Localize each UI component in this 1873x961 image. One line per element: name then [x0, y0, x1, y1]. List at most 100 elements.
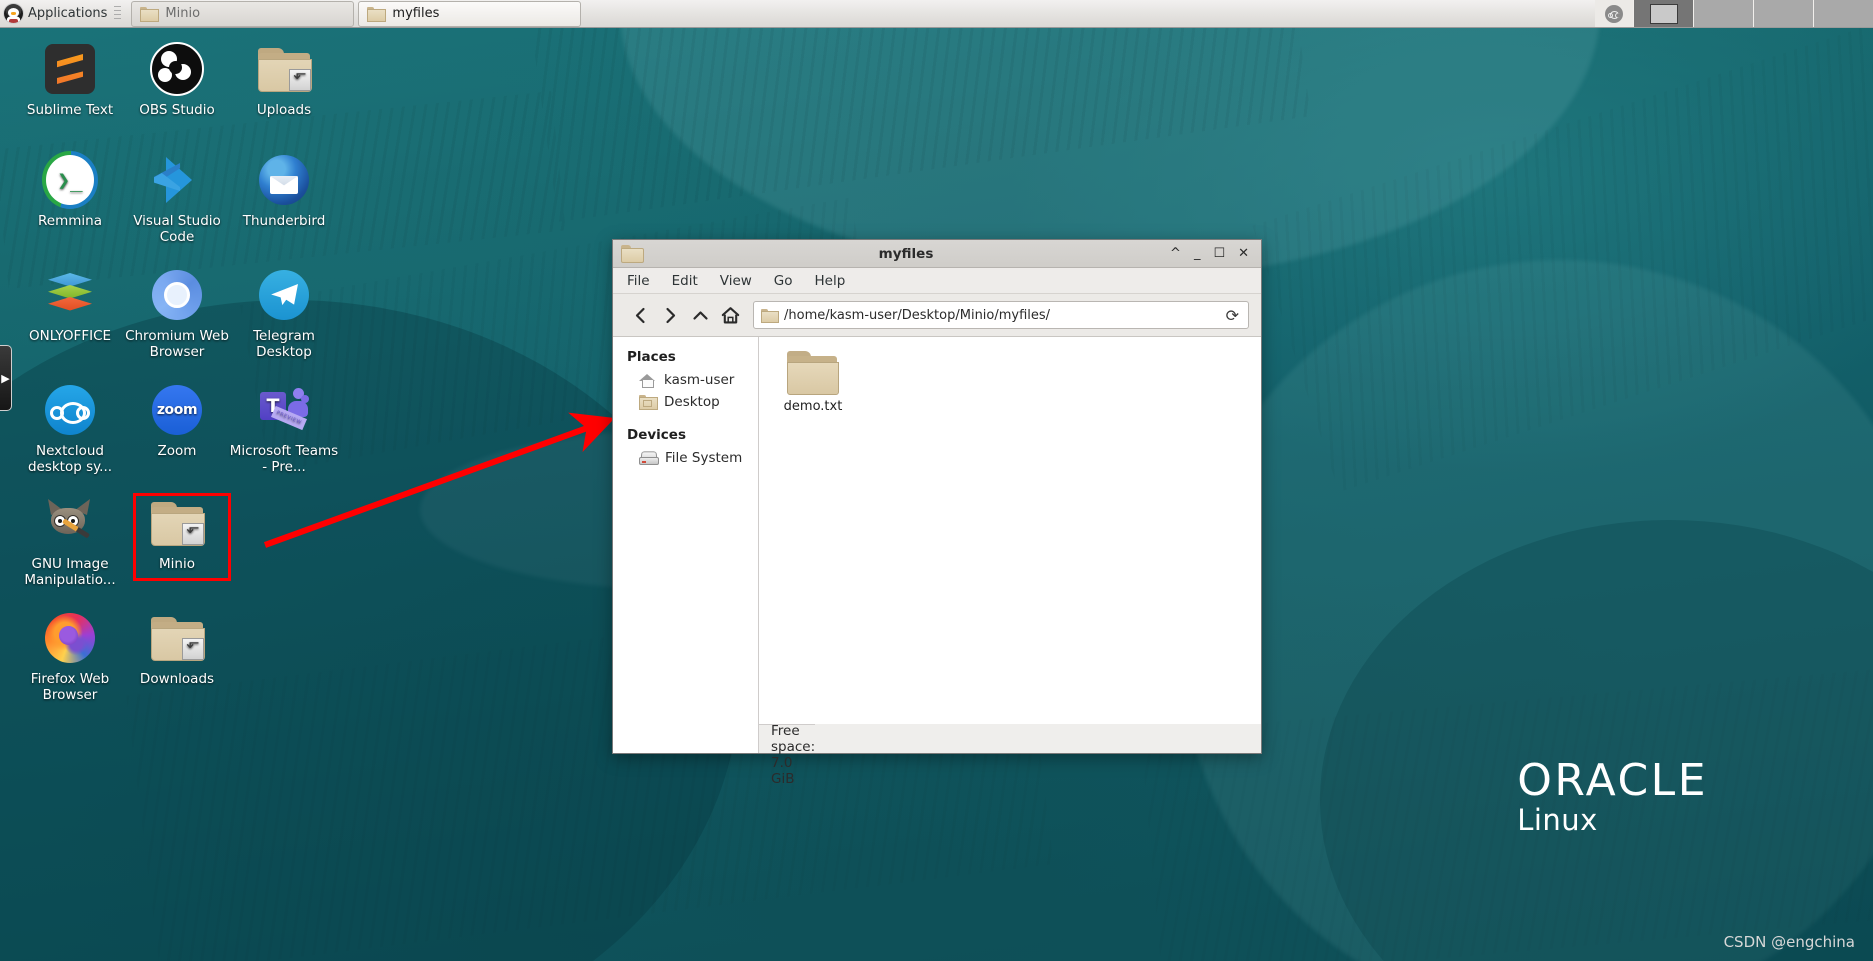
- forward-arrow-icon[interactable]: [655, 300, 685, 330]
- maximize-window-button[interactable]: ☐: [1213, 247, 1225, 260]
- taskbar-item-myfiles[interactable]: myfiles: [358, 0, 582, 27]
- tray-icons: [1595, 0, 1633, 27]
- file-item-demo-txt[interactable]: demo.txt: [771, 347, 855, 416]
- desktop-icon-label: Sublime Text: [26, 102, 114, 118]
- file-list-view[interactable]: demo.txt: [759, 337, 1261, 724]
- desktop-icon-gimp[interactable]: GNU Image Manipulatio...: [16, 495, 124, 588]
- gimp-icon: [42, 495, 98, 551]
- desktop-icon-minio[interactable]: Minio: [123, 495, 231, 572]
- desktop-icon-vscode[interactable]: Visual Studio Code: [123, 152, 231, 245]
- taskbar-item-minio[interactable]: Minio: [131, 0, 355, 27]
- desktop-icon-ms-teams[interactable]: T PREVIEW Microsoft Teams - Pre...: [230, 382, 338, 475]
- sidebar-item-label: kasm-user: [664, 372, 735, 388]
- remmina-icon: ❯_: [42, 152, 98, 208]
- desktop-icon-remmina[interactable]: ❯_ Remmina: [16, 152, 124, 229]
- sidebar-item-file-system[interactable]: File System: [613, 447, 758, 469]
- navigation-toolbar: /home/kasm-user/Desktop/Minio/myfiles/ ⟳: [613, 294, 1261, 337]
- desktop-icon-chromium[interactable]: Chromium Web Browser: [123, 267, 231, 360]
- up-arrow-icon[interactable]: [685, 300, 715, 330]
- thunderbird-icon: [256, 152, 312, 208]
- desktop-icon-label: Telegram Desktop: [253, 328, 315, 360]
- folder-icon: [367, 6, 387, 22]
- desktop-icon-onlyoffice[interactable]: ONLYOFFICE: [16, 267, 124, 344]
- workspace-button-4[interactable]: [1813, 0, 1873, 27]
- folder-icon: [140, 6, 160, 22]
- desktop-icon-label: Microsoft Teams - Pre...: [229, 443, 339, 475]
- folder-icon: [785, 351, 841, 397]
- folder-link-icon: [149, 495, 205, 551]
- desktop-icon-thunderbird[interactable]: Thunderbird: [230, 152, 338, 229]
- desktop-icon-label: ONLYOFFICE: [28, 328, 112, 344]
- sidebar-footer-spacer: [613, 724, 759, 753]
- drive-icon: [639, 451, 659, 465]
- taskbar-item-label: Minio: [165, 6, 201, 21]
- desktop-icon-telegram[interactable]: Telegram Desktop: [230, 267, 338, 360]
- desktop-icon-label: Nextcloud desktop sy...: [27, 443, 113, 475]
- file-item-label: demo.txt: [783, 399, 843, 414]
- desktop-icon-sublime-text[interactable]: Sublime Text: [16, 41, 124, 118]
- ms-teams-icon: T PREVIEW: [256, 382, 312, 438]
- minimize-window-button[interactable]: _: [1194, 247, 1201, 260]
- vscode-icon: [149, 152, 205, 208]
- chromium-icon: [149, 267, 205, 323]
- workspace-button-1[interactable]: [1633, 0, 1693, 27]
- status-bar: 1 folder, Free space: 7.0 GiB: [759, 691, 816, 787]
- kasm-sidebar-handle[interactable]: ▶: [0, 345, 12, 411]
- sidebar-item-desktop[interactable]: Desktop: [613, 391, 758, 413]
- telegram-icon: [256, 267, 312, 323]
- devices-heading: Devices: [627, 427, 686, 443]
- nextcloud-icon: [42, 382, 98, 438]
- home-icon: [639, 373, 656, 388]
- linux-penguin-icon: [4, 4, 23, 23]
- desktop-screen: Applications Minio myfiles Sublime Text …: [0, 0, 1873, 961]
- csdn-watermark: CSDN @engchina: [1723, 933, 1855, 951]
- menu-view[interactable]: View: [720, 273, 752, 289]
- menu-edit[interactable]: Edit: [672, 273, 698, 289]
- panel-grip-handle[interactable]: [114, 6, 122, 21]
- reload-icon[interactable]: ⟳: [1226, 306, 1241, 325]
- window-title: myfiles: [878, 245, 934, 262]
- menu-go[interactable]: Go: [774, 273, 793, 289]
- file-manager-window[interactable]: myfiles ^ _ ☐ ✕ File Edit View Go Help /…: [612, 239, 1262, 787]
- folder-icon: [621, 245, 644, 263]
- workspace-button-3[interactable]: [1753, 0, 1813, 27]
- shade-window-button[interactable]: ^: [1170, 247, 1181, 260]
- desktop-icon-label: GNU Image Manipulatio...: [24, 556, 116, 588]
- folder-icon: [639, 395, 658, 410]
- close-window-button[interactable]: ✕: [1238, 247, 1249, 260]
- desktop-icon-label: Visual Studio Code: [133, 213, 221, 245]
- menu-help[interactable]: Help: [815, 273, 846, 289]
- home-icon[interactable]: [715, 300, 745, 330]
- top-panel: Applications Minio myfiles: [0, 0, 1873, 28]
- desktop-icon-zoom[interactable]: zoom Zoom: [123, 382, 231, 459]
- window-body: Places kasm-user Desktop Devices File Sy…: [613, 337, 1261, 724]
- desktop-icon-label: Remmina: [38, 213, 102, 229]
- workspace-button-2[interactable]: [1693, 0, 1753, 27]
- desktop-icon-label: Zoom: [157, 443, 197, 459]
- status-row: 1 folder, Free space: 7.0 GiB: [613, 691, 1261, 787]
- nextcloud-tray-icon[interactable]: [1605, 4, 1623, 23]
- desktop-icon-uploads[interactable]: Uploads: [230, 41, 338, 118]
- desktop-icon-label: Downloads: [139, 671, 215, 687]
- firefox-icon: [42, 610, 98, 666]
- taskbar-item-label: myfiles: [392, 6, 440, 21]
- desktop-icon-downloads[interactable]: Downloads: [123, 610, 231, 687]
- window-titlebar[interactable]: myfiles ^ _ ☐ ✕: [613, 240, 1261, 268]
- desktop-icon-label: Firefox Web Browser: [30, 671, 110, 703]
- desktop-icon-obs-studio[interactable]: OBS Studio: [123, 41, 231, 118]
- path-entry[interactable]: /home/kasm-user/Desktop/Minio/myfiles/ ⟳: [753, 301, 1249, 329]
- menu-bar: File Edit View Go Help: [613, 268, 1261, 294]
- obs-studio-icon: [149, 41, 205, 97]
- applications-menu-label: Applications: [28, 6, 108, 21]
- desktop-icon-label: OBS Studio: [139, 102, 215, 118]
- system-tray: [1595, 0, 1873, 27]
- desktop-icon-label: Uploads: [256, 102, 312, 118]
- back-arrow-icon[interactable]: [625, 300, 655, 330]
- sidebar-item-label: Desktop: [664, 394, 720, 410]
- desktop-icon-firefox[interactable]: Firefox Web Browser: [16, 610, 124, 703]
- applications-menu-button[interactable]: Applications: [0, 1, 127, 27]
- desktop-icon-label: Chromium Web Browser: [125, 328, 229, 360]
- sidebar-item-kasm-user[interactable]: kasm-user: [613, 369, 758, 391]
- menu-file[interactable]: File: [627, 273, 650, 289]
- desktop-icon-nextcloud[interactable]: Nextcloud desktop sy...: [16, 382, 124, 475]
